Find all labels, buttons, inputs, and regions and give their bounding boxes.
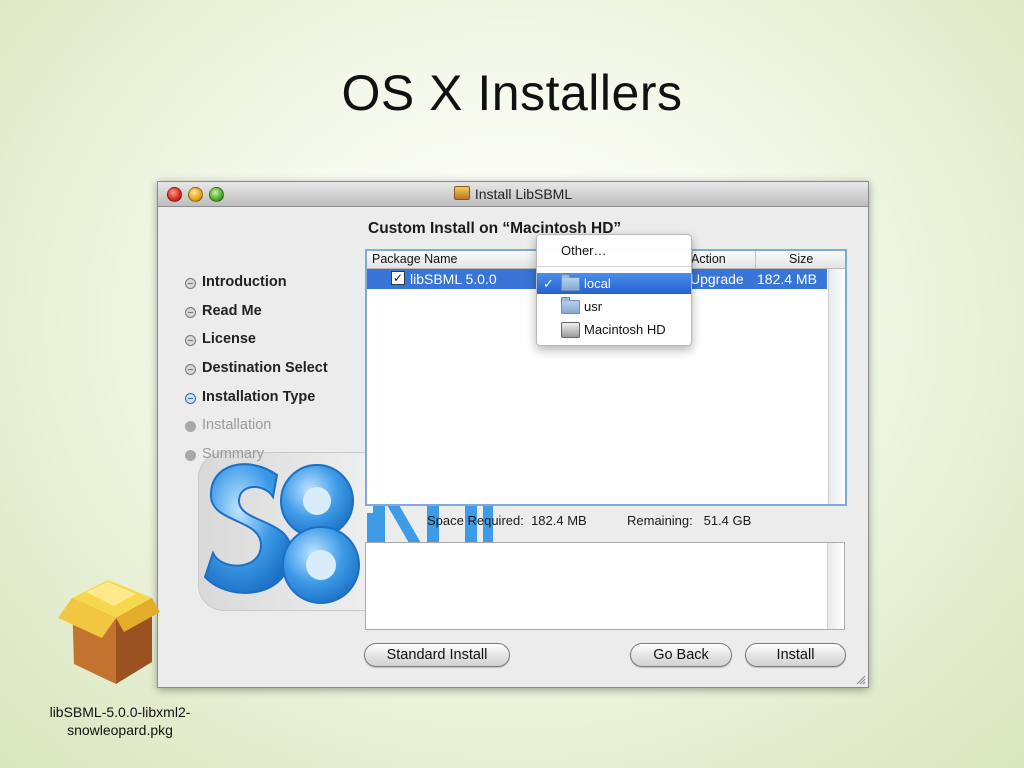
package-checkbox[interactable]: ✓: [391, 271, 405, 285]
space-remaining-value: 51.4 GB: [703, 513, 752, 528]
space-required: Space Required: 182.4 MB: [427, 513, 587, 528]
step-bullet-icon: [185, 335, 196, 347]
step-label: Introduction: [202, 274, 287, 290]
step-label: License: [202, 331, 256, 348]
step-bullet-icon: [185, 278, 196, 289]
step-label: Destination Select: [202, 360, 328, 377]
package-icon: [453, 186, 470, 200]
step-bullet-icon: [185, 306, 196, 318]
folder-icon: [561, 274, 580, 291]
step-installation-type: Installation Type: [185, 389, 365, 418]
menu-item-label: local: [584, 276, 611, 291]
installer-steps: Introduction Read Me License Destination…: [185, 274, 365, 475]
window-title: Install LibSBML: [158, 186, 868, 202]
step-label: Read Me: [202, 302, 262, 319]
menu-item-usr[interactable]: usr: [537, 296, 691, 317]
menu-item-label: usr: [584, 299, 603, 314]
step-license: License: [185, 331, 365, 360]
column-action[interactable]: Action: [691, 252, 726, 266]
column-divider: [755, 251, 756, 268]
description-scrollbar[interactable]: [827, 543, 844, 629]
standard-install-button[interactable]: Standard Install: [364, 643, 510, 667]
space-remaining: Remaining: 51.4 GB: [627, 513, 751, 528]
column-size[interactable]: Size: [789, 252, 813, 266]
package-name: libSBML 5.0.0: [410, 271, 497, 287]
table-scrollbar[interactable]: [828, 269, 845, 504]
folder-icon: [561, 297, 580, 314]
step-introduction: Introduction: [185, 274, 365, 303]
window-titlebar[interactable]: Install LibSBML: [158, 182, 868, 207]
step-bullet-icon: [185, 450, 196, 462]
step-installation: Installation: [185, 417, 365, 446]
package-file-label: libSBML-5.0.0-libxml2- snowleopard.pkg: [20, 703, 220, 739]
column-package-name[interactable]: Package Name: [372, 252, 457, 266]
package-file-label-line2: snowleopard.pkg: [67, 722, 173, 738]
package-file-icon[interactable]: [52, 572, 162, 690]
hard-disk-icon: [561, 322, 580, 338]
step-destination-select: Destination Select: [185, 360, 365, 389]
window-title-text: Install LibSBML: [474, 186, 573, 202]
menu-item-label: Other…: [561, 243, 607, 258]
space-remaining-label: Remaining:: [627, 513, 693, 528]
slide-title: OS X Installers: [341, 65, 683, 121]
package-file-label-line1: libSBML-5.0.0-libxml2-: [49, 704, 191, 720]
menu-item-local[interactable]: ✓ local: [537, 273, 691, 294]
menu-item-label: Macintosh HD: [584, 322, 666, 337]
description-box[interactable]: [365, 542, 845, 630]
go-back-button[interactable]: Go Back: [630, 643, 732, 667]
step-summary: Summary: [185, 446, 365, 475]
package-size: 182.4 MB: [757, 271, 817, 287]
resize-grip-icon[interactable]: [855, 674, 866, 685]
menu-item-other[interactable]: Other…: [537, 240, 691, 261]
install-button[interactable]: Install: [745, 643, 846, 667]
space-required-label: Space Required:: [427, 513, 524, 528]
space-required-value: 182.4 MB: [531, 513, 587, 528]
step-read-me: Read Me: [185, 303, 365, 332]
menu-item-macintosh-hd[interactable]: Macintosh HD: [537, 319, 691, 340]
package-action[interactable]: Upgrade: [690, 271, 744, 287]
step-label: Installation: [202, 417, 272, 434]
step-label: Summary: [202, 446, 265, 463]
menu-separator: [537, 266, 691, 267]
checkmark-icon: ✓: [543, 276, 554, 291]
location-popup-menu[interactable]: Other… ✓ local usr Macintosh HD: [536, 234, 692, 346]
step-bullet-icon: [185, 364, 196, 376]
installer-window: Install LibSBML Introduction Read Me Lic…: [157, 181, 869, 688]
step-label: Installation Type: [202, 388, 316, 405]
libsbml-logo-panel: [198, 452, 375, 611]
step-bullet-icon: [185, 421, 196, 433]
step-bullet-icon: [185, 392, 196, 404]
libsbml-logo-icon: [203, 463, 374, 610]
